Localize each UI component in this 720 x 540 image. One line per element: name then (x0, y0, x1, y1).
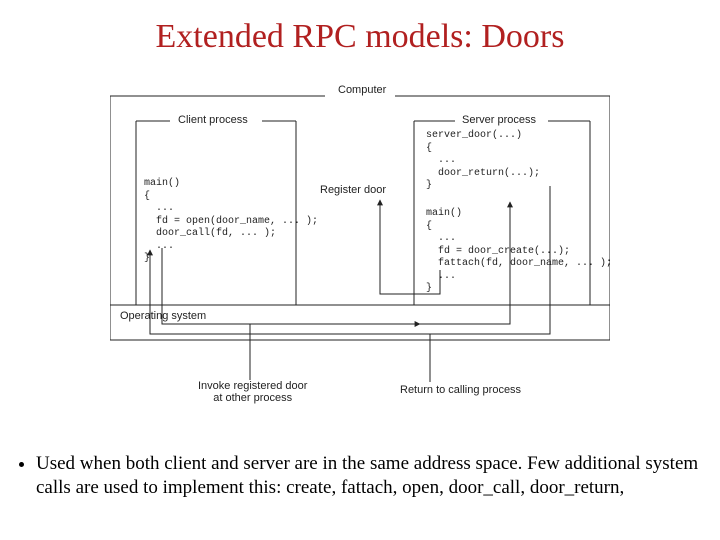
invoke-label: Invoke registered door at other process (198, 380, 307, 404)
bullet-item: Used when both client and server are in … (36, 452, 702, 500)
operating-system-label: Operating system (120, 310, 206, 322)
return-label: Return to calling process (400, 384, 521, 396)
server-main-code: main() { ... fd = door_create(...); fatt… (426, 208, 612, 296)
computer-label: Computer (338, 84, 386, 96)
page-title: Extended RPC models: Doors (0, 0, 720, 56)
server-door-code: server_door(...) { ... door_return(...);… (426, 130, 540, 193)
client-process-label: Client process (178, 114, 248, 126)
server-process-label: Server process (462, 114, 536, 126)
register-door-label: Register door (320, 184, 386, 196)
bullet-list: Used when both client and server are in … (18, 452, 702, 500)
client-code: main() { ... fd = open(door_name, ... );… (144, 178, 318, 266)
doors-diagram: Computer Client process Server process m… (110, 80, 610, 410)
